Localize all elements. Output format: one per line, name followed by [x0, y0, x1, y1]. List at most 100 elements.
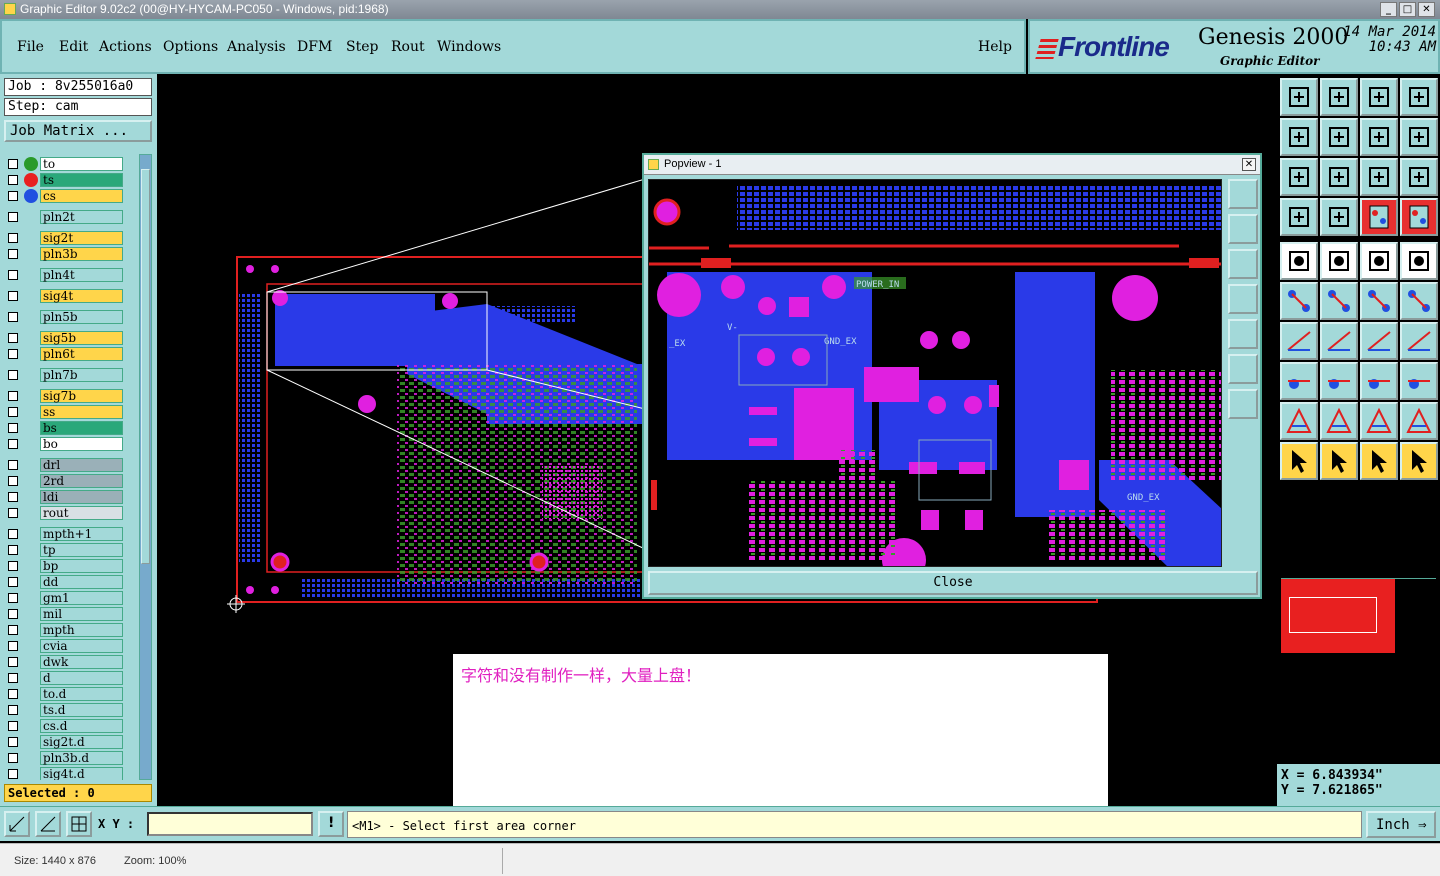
xy-input[interactable]: [147, 812, 313, 836]
layer-name[interactable]: 2rd: [40, 474, 123, 488]
layer-checkbox[interactable]: [8, 721, 18, 731]
pv-pan-down-button[interactable]: [1228, 249, 1258, 279]
layer-name[interactable]: to.d: [40, 687, 123, 701]
home-tool-button[interactable]: [1360, 78, 1398, 116]
layer-name[interactable]: mil: [40, 607, 123, 621]
layer-row[interactable]: mpth: [4, 622, 137, 638]
pointer-tool-button[interactable]: [1280, 442, 1318, 480]
layer-row[interactable]: ts: [4, 172, 137, 188]
layer-row[interactable]: d: [4, 670, 137, 686]
layer-name[interactable]: pln2t: [40, 210, 123, 224]
unit-select[interactable]: Inch ⇒: [1366, 811, 1436, 838]
layer-name[interactable]: pln3b.d: [40, 751, 123, 765]
layer-row[interactable]: 2rd: [4, 473, 137, 489]
layer-checkbox[interactable]: [8, 407, 18, 417]
layer-name[interactable]: bo: [40, 437, 123, 451]
layer-row[interactable]: sig2t: [4, 230, 137, 246]
ruler-tool-button[interactable]: [1360, 242, 1398, 280]
layer-checkbox[interactable]: [8, 312, 18, 322]
distance-tool-button[interactable]: [1360, 362, 1398, 400]
window-split-tool-button[interactable]: [1400, 78, 1438, 116]
pv-zoom-in-button[interactable]: [1228, 389, 1258, 419]
undo-step-tool-button[interactable]: [1360, 118, 1398, 156]
layer-row[interactable]: pln3b.d: [4, 750, 137, 766]
open-job-tool-button[interactable]: [1280, 78, 1318, 116]
redo-step-tool-button[interactable]: [1400, 118, 1438, 156]
layer-checkbox[interactable]: [8, 529, 18, 539]
layer-checkbox[interactable]: [8, 705, 18, 715]
layer-row[interactable]: rout: [4, 505, 137, 521]
job-matrix-button[interactable]: Job Matrix ...: [4, 120, 152, 142]
zoom-fit-tool-button[interactable]: [1280, 158, 1318, 196]
layer-checkbox[interactable]: [8, 737, 18, 747]
layer-checkbox[interactable]: [8, 769, 18, 779]
minimap-viewport[interactable]: [1289, 597, 1377, 633]
layer-name[interactable]: ldi: [40, 490, 123, 504]
popview-canvas[interactable]: POWER_IN _EX GND_EX V- GND_EX: [648, 179, 1222, 567]
layer-name[interactable]: dwk: [40, 655, 123, 669]
pointer-box-tool-button[interactable]: [1320, 442, 1358, 480]
triangle-c-tool-button[interactable]: [1360, 402, 1398, 440]
layer-name[interactable]: pln7b: [40, 368, 123, 382]
menu-file[interactable]: File: [17, 39, 44, 55]
layer-name[interactable]: dd: [40, 575, 123, 589]
popview-close-button[interactable]: Close: [648, 571, 1258, 595]
layer-name[interactable]: bs: [40, 421, 123, 435]
layer-checkbox[interactable]: [8, 460, 18, 470]
cut-line-tool-button[interactable]: [1320, 362, 1358, 400]
popview-close-icon[interactable]: ✕: [1242, 158, 1256, 171]
measure-button[interactable]: [35, 811, 61, 837]
pan-right-tool-button[interactable]: [1320, 118, 1358, 156]
help-tool-button[interactable]: [1400, 158, 1438, 196]
layer-row[interactable]: dwk: [4, 654, 137, 670]
layer-row[interactable]: cs.d: [4, 718, 137, 734]
menu-dfm[interactable]: DFM: [297, 39, 332, 55]
layer-checkbox[interactable]: [8, 349, 18, 359]
layer-scrollbar[interactable]: [139, 154, 152, 780]
layer-name[interactable]: sig2t.d: [40, 735, 123, 749]
alert-button[interactable]: !: [318, 811, 344, 837]
menu-edit[interactable]: Edit: [59, 39, 88, 55]
layer-name[interactable]: cs: [40, 189, 123, 203]
layer-row[interactable]: pln6t: [4, 346, 137, 362]
layer-checkbox[interactable]: [8, 657, 18, 667]
grid-button[interactable]: [66, 811, 92, 837]
layer-name[interactable]: sig5b: [40, 331, 123, 345]
group-tool-button[interactable]: [1400, 362, 1438, 400]
layer-name[interactable]: pln5b: [40, 310, 123, 324]
slope-tool-button[interactable]: [1320, 322, 1358, 360]
layer-checkbox[interactable]: [8, 689, 18, 699]
layer-checkbox[interactable]: [8, 508, 18, 518]
layer-row[interactable]: cvia: [4, 638, 137, 654]
layer-checkbox[interactable]: [8, 370, 18, 380]
layer-name[interactable]: pln4t: [40, 268, 123, 282]
menu-analysis[interactable]: Analysis: [227, 39, 286, 55]
layer-checkbox[interactable]: [8, 641, 18, 651]
pv-pan-right-button[interactable]: [1228, 319, 1258, 349]
pv-pan-left-button[interactable]: [1228, 284, 1258, 314]
layer-row[interactable]: pln5b: [4, 309, 137, 325]
layer-checkbox[interactable]: [8, 753, 18, 763]
layer-row[interactable]: pln4t: [4, 267, 137, 283]
pv-pan-up-button[interactable]: [1228, 214, 1258, 244]
maximize-button[interactable]: □: [1399, 2, 1416, 17]
layer-row[interactable]: to: [4, 156, 137, 172]
layer-row[interactable]: mil: [4, 606, 137, 622]
layer-row[interactable]: ts.d: [4, 702, 137, 718]
layer-checkbox[interactable]: [8, 391, 18, 401]
layer-checkbox[interactable]: [8, 545, 18, 555]
triangle-b-tool-button[interactable]: [1320, 402, 1358, 440]
layer-row[interactable]: pln3b: [4, 246, 137, 262]
select-feature-tool-button[interactable]: [1280, 242, 1318, 280]
layer-name[interactable]: ss: [40, 405, 123, 419]
angle-tool-button[interactable]: [1280, 322, 1318, 360]
layer-name[interactable]: mpth: [40, 623, 123, 637]
triangle-d-tool-button[interactable]: [1400, 402, 1438, 440]
layer-checkbox[interactable]: [8, 439, 18, 449]
layer-name[interactable]: gm1: [40, 591, 123, 605]
layer-checkbox[interactable]: [8, 233, 18, 243]
layer-row[interactable]: sig4t: [4, 288, 137, 304]
layer-row[interactable]: ldi: [4, 489, 137, 505]
save-tool-button[interactable]: [1320, 78, 1358, 116]
layer-checkbox[interactable]: [8, 577, 18, 587]
